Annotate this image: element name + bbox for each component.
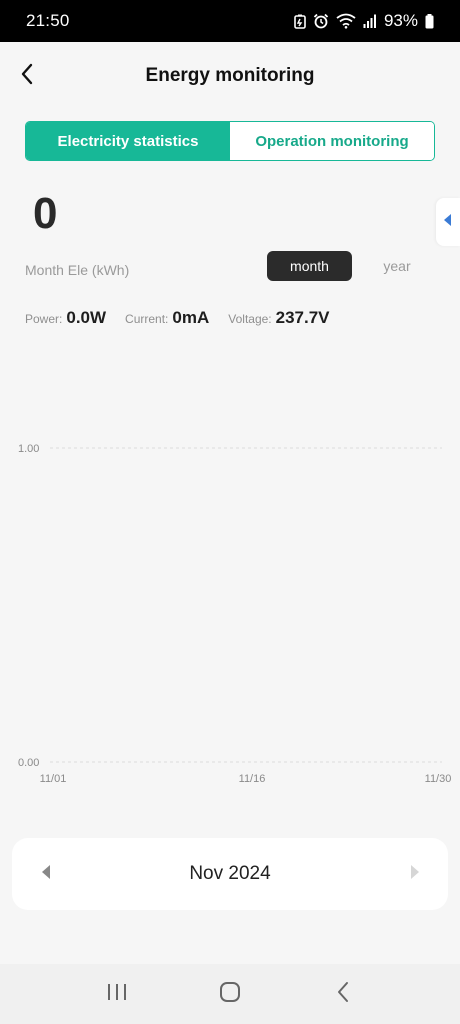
metric-power-label: Power: [25,312,63,326]
home-icon [219,981,241,1008]
chart-x-axis: 11/01 11/16 11/30 [40,773,452,785]
next-month-button[interactable] [404,864,424,884]
chart-x-tick-label: 11/30 [425,773,452,785]
metric-voltage: Voltage: 237.7V [228,308,329,328]
metrics-row: Power: 0.0W Current: 0mA Voltage: 237.7V [25,308,349,332]
tab-electricity-statistics[interactable]: Electricity statistics [26,122,230,160]
chart-x-tick-label: 11/01 [40,773,67,785]
system-back-button[interactable] [313,969,373,1019]
alarm-icon [313,13,329,29]
chevron-left-icon [20,63,34,90]
system-nav-bar [0,964,460,1024]
chart-y-tick-label: 0.00 [18,757,39,769]
caret-right-icon [410,864,419,884]
recent-apps-icon [106,982,128,1007]
battery-icon [425,13,434,29]
energy-chart: 1.00 0.00 11/01 11/16 11/30 [18,443,452,785]
energy-value-label: Month Ele (kWh) [25,262,130,278]
battery-saver-icon [294,14,306,29]
caret-left-icon [41,864,51,884]
date-label: Nov 2024 [189,863,271,884]
energy-value: 0 [33,189,58,238]
metric-power-value: 0.0W [66,308,107,327]
side-drawer-handle[interactable] [436,198,460,246]
date-selector: Nov 2024 [12,838,448,910]
metric-current-label: Current: [125,312,169,326]
status-icons: 93% [294,11,434,31]
tab-bar: Electricity statistics Operation monitor… [25,121,435,161]
battery-percent: 93% [383,11,418,30]
metric-power: Power: 0.0W [25,308,106,328]
page-title: Energy monitoring [145,65,315,86]
period-month-button[interactable]: month [267,251,352,281]
back-icon [336,981,350,1008]
metric-current-value: 0mA [172,308,210,327]
metric-voltage-value: 237.7V [275,308,330,327]
previous-month-button[interactable] [36,864,56,884]
metric-voltage-label: Voltage: [228,312,272,326]
metric-current: Current: 0mA [125,308,209,328]
chart-y-axis: 1.00 0.00 [18,443,39,769]
period-toggle: month year [267,251,437,281]
period-year-button[interactable]: year [357,251,437,281]
back-button[interactable] [10,56,44,96]
chart-grid [50,447,442,763]
status-bar: 21:50 93% [0,0,460,42]
chart-x-tick-label: 11/16 [239,773,266,785]
signal-icon [363,14,377,28]
caret-left-icon [444,213,452,231]
status-time: 21:50 [26,11,70,30]
app-header: Energy monitoring [0,42,460,110]
recent-apps-button[interactable] [87,969,147,1019]
tab-operation-monitoring[interactable]: Operation monitoring [230,122,434,160]
wifi-icon [336,13,356,29]
chart-y-tick-label: 1.00 [18,443,39,455]
home-button[interactable] [200,969,260,1019]
